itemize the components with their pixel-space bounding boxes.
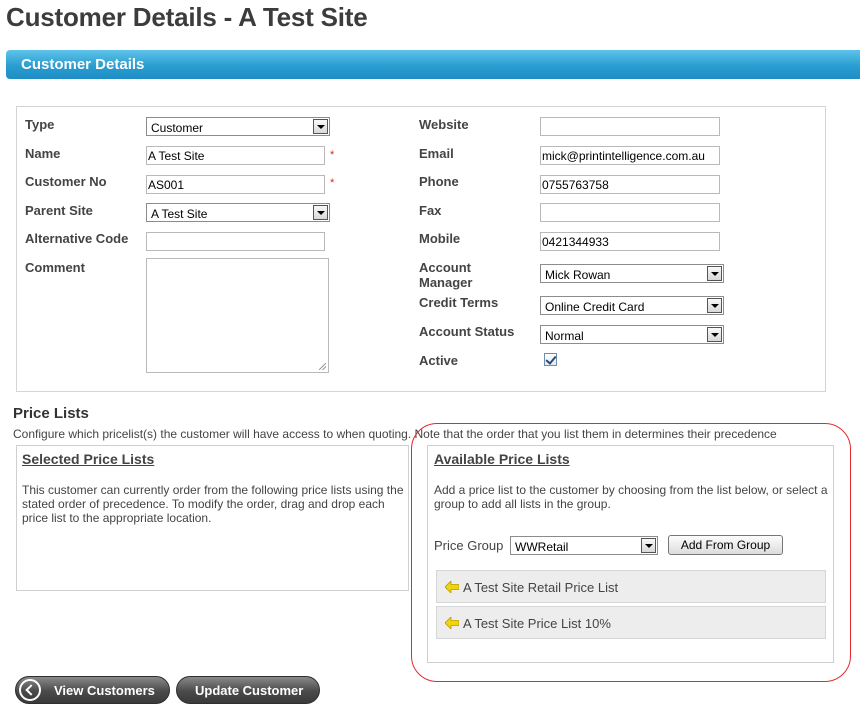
view-customers-button[interactable]: View Customers xyxy=(15,676,170,704)
name-required-mark: * xyxy=(330,149,335,161)
account-status-select-value: Normal xyxy=(545,329,584,343)
chevron-down-icon xyxy=(313,119,328,134)
type-select-value: Customer xyxy=(151,121,204,135)
fax-input[interactable] xyxy=(540,203,720,222)
active-label: Active xyxy=(419,353,459,368)
section-title: Customer Details xyxy=(21,56,145,73)
credit-terms-label: Credit Terms xyxy=(419,295,499,310)
account-status-select[interactable]: Normal xyxy=(540,325,724,344)
comment-textarea[interactable] xyxy=(146,258,329,373)
parent-site-select[interactable]: A Test Site xyxy=(146,203,330,222)
active-checkbox[interactable] xyxy=(544,353,557,366)
chevron-down-icon xyxy=(707,298,722,313)
account-manager-select[interactable]: Mick Rowan xyxy=(540,264,724,283)
account-status-label: Account Status xyxy=(419,324,515,339)
chevron-down-icon xyxy=(707,266,722,281)
selected-price-lists-text: This customer can currently order from t… xyxy=(22,483,404,525)
alternative-code-input[interactable] xyxy=(146,232,325,251)
selected-price-lists-title: Selected Price Lists xyxy=(22,451,155,467)
mobile-input[interactable]: 0421344933 xyxy=(540,232,720,251)
section-header-bar: Customer Details xyxy=(6,50,860,79)
chevron-down-icon xyxy=(313,205,328,220)
page-title: Customer Details - A Test Site xyxy=(6,2,368,32)
update-customer-label: Update Customer xyxy=(195,683,304,698)
parent-site-select-value: A Test Site xyxy=(151,207,208,221)
resize-grip-icon[interactable] xyxy=(319,363,326,370)
back-arrow-icon xyxy=(19,679,41,701)
credit-terms-select[interactable]: Online Credit Card xyxy=(540,296,724,315)
name-label: Name xyxy=(25,146,61,161)
website-label: Website xyxy=(419,117,469,132)
price-lists-heading: Price Lists xyxy=(13,405,89,422)
credit-terms-select-value: Online Credit Card xyxy=(545,300,645,314)
type-select[interactable]: Customer xyxy=(146,117,330,136)
email-label: Email xyxy=(419,146,454,161)
comment-label: Comment xyxy=(25,260,85,275)
customer-no-input[interactable]: AS001 xyxy=(146,175,325,194)
mobile-label: Mobile xyxy=(419,231,461,246)
alternative-code-label: Alternative Code xyxy=(25,231,129,246)
phone-input[interactable]: 0755763758 xyxy=(540,175,720,194)
update-customer-button[interactable]: Update Customer xyxy=(176,676,320,704)
type-label: Type xyxy=(25,117,55,132)
account-manager-select-value: Mick Rowan xyxy=(545,268,611,282)
phone-label: Phone xyxy=(419,174,459,189)
website-input[interactable] xyxy=(540,117,720,136)
email-input[interactable]: mick@printintelligence.com.au xyxy=(540,146,720,165)
fax-label: Fax xyxy=(419,203,442,218)
name-input[interactable]: A Test Site xyxy=(146,146,325,165)
customer-no-required-mark: * xyxy=(330,177,335,189)
chevron-down-icon xyxy=(707,327,722,342)
account-manager-label: Account Manager xyxy=(419,260,473,290)
highlight-annotation xyxy=(411,423,851,682)
customer-no-label: Customer No xyxy=(25,174,107,189)
parent-site-label: Parent Site xyxy=(25,203,93,218)
view-customers-label: View Customers xyxy=(54,683,155,698)
